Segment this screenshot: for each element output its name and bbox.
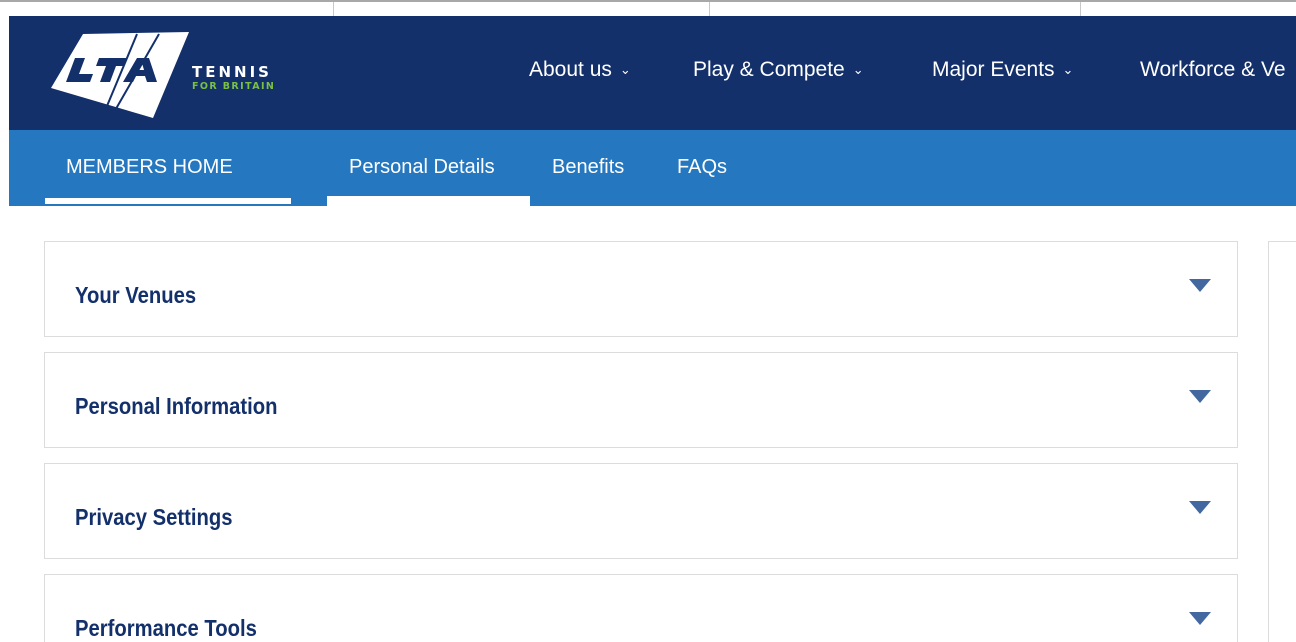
nav-item-label: Workforce & Ve: [1140, 58, 1286, 81]
accordion-your-venues[interactable]: Your Venues: [44, 241, 1238, 337]
chevron-down-icon: ⌄: [619, 62, 631, 77]
accordion-title: Privacy Settings: [75, 504, 233, 530]
tab-separator: [333, 2, 334, 16]
tab-benefits[interactable]: Benefits: [552, 156, 624, 179]
triangle-down-icon[interactable]: [1189, 390, 1211, 403]
accordion-personal-information[interactable]: Personal Information: [44, 352, 1238, 448]
tab-separator: [1080, 2, 1081, 16]
members-home-underline: [45, 198, 291, 204]
triangle-down-icon[interactable]: [1189, 612, 1211, 625]
side-card: [1268, 241, 1296, 642]
accordion-title: Personal Information: [75, 393, 278, 419]
accordion-performance-tools[interactable]: Performance Tools: [44, 574, 1238, 642]
main-navigation: About us ⌄ Play & Compete ⌄ Major Events ⌄ …: [9, 58, 1296, 88]
site-header: TENNIS FOR BRITAIN About us ⌄ Play & Comp…: [9, 16, 1296, 130]
chevron-down-icon: ⌄: [1062, 62, 1074, 77]
chevron-down-icon: ⌄: [852, 62, 864, 77]
tab-faqs[interactable]: FAQs: [677, 156, 727, 179]
active-tab-indicator: [327, 196, 530, 206]
nav-item-label: Major Events: [932, 58, 1055, 81]
accordion-privacy-settings[interactable]: Privacy Settings: [44, 463, 1238, 559]
nav-item-about-us[interactable]: About us ⌄: [529, 58, 631, 82]
nav-item-label: Play & Compete: [693, 58, 845, 81]
nav-item-major-events[interactable]: Major Events ⌄: [932, 58, 1073, 82]
triangle-down-icon[interactable]: [1189, 279, 1211, 292]
tab-members-home[interactable]: MEMBERS HOME: [66, 156, 233, 179]
nav-item-label: About us: [529, 58, 612, 81]
members-subnav: MEMBERS HOME Personal Details Benefits F…: [9, 130, 1296, 206]
triangle-down-icon[interactable]: [1189, 501, 1211, 514]
browser-tab-strip: [0, 0, 1296, 16]
nav-item-play-compete[interactable]: Play & Compete ⌄: [693, 58, 864, 82]
accordion-title: Your Venues: [75, 282, 197, 308]
tab-separator: [709, 2, 710, 16]
accordion-title: Performance Tools: [75, 615, 257, 641]
nav-item-workforce[interactable]: Workforce & Ve: [1140, 58, 1286, 82]
tab-personal-details[interactable]: Personal Details: [349, 156, 495, 179]
